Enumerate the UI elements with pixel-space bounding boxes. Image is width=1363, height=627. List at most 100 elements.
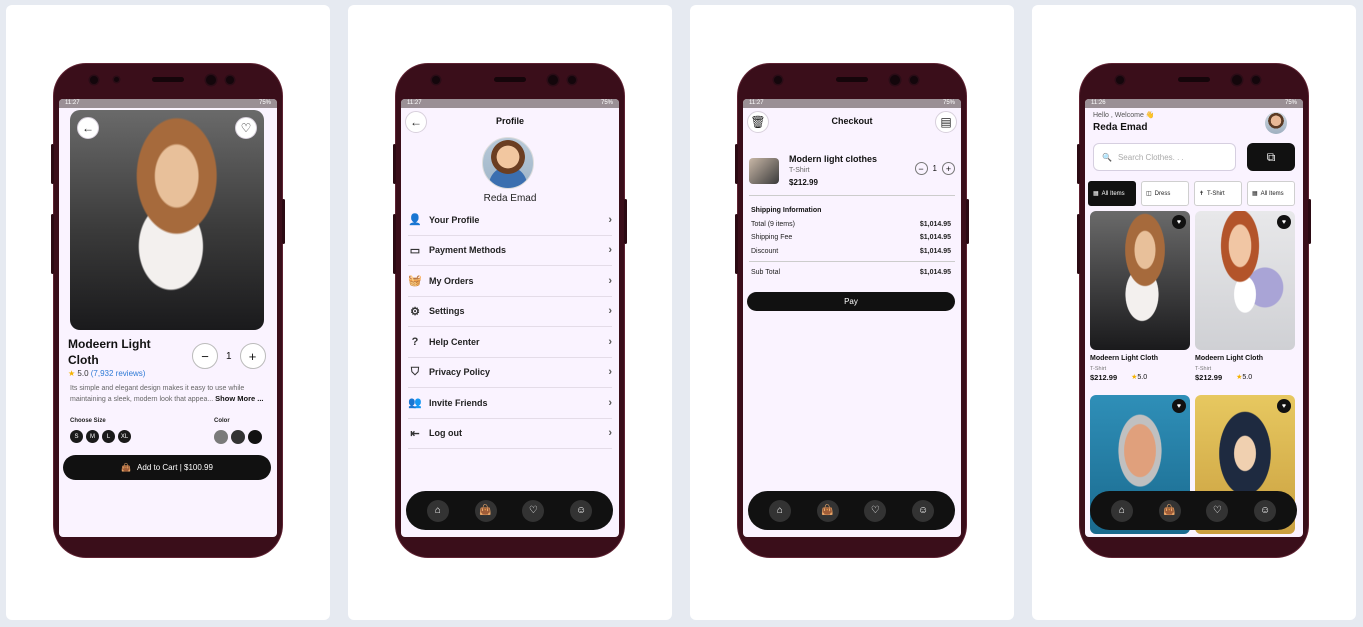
- bottom-nav: ⌂ 👜 ♡ ☺: [406, 491, 613, 530]
- chip-all-items[interactable]: ▦ All Items: [1247, 181, 1295, 206]
- invite-icon: 👥: [408, 397, 422, 410]
- heart-icon[interactable]: ♥: [1172, 215, 1186, 229]
- add-to-cart-button[interactable]: 👜 Add to Cart | $100.99: [63, 455, 271, 480]
- increase-button[interactable]: +: [942, 162, 955, 175]
- bag-icon[interactable]: 👜: [1158, 499, 1181, 522]
- screen-detail: 11:27 75% ← ♡ Modeern Light Cloth ★ 5.0 (…: [59, 99, 277, 537]
- heart-icon[interactable]: ♡: [1206, 499, 1229, 522]
- reviews-link[interactable]: (7,932 reviews): [91, 369, 146, 378]
- home-icon[interactable]: ⌂: [1110, 499, 1133, 522]
- page-title: Profile: [495, 116, 524, 126]
- menu-item-log-out[interactable]: ⇤ Log out ›: [408, 419, 612, 449]
- phone-frame: 11:27 75% 🗑 Checkout ▤ Modern light cloth…: [735, 64, 969, 557]
- product-price: $212.99: [1195, 373, 1223, 382]
- phone-frame: 11:27 75% ← Profile Reda Emad 👤 Your Profi…: [393, 64, 627, 557]
- product-card[interactable]: ♥ Modeern Light Cloth T-Shirt $212.99 ★5.…: [1195, 211, 1295, 382]
- profile-icon[interactable]: ☺: [570, 499, 593, 522]
- star-icon: ★: [68, 369, 76, 378]
- arrow-left-icon: ←: [82, 121, 94, 135]
- filter-button[interactable]: ⧉: [1247, 143, 1295, 171]
- chevron-right-icon: ›: [608, 244, 612, 257]
- card-checkout: 11:27 75% 🗑 Checkout ▤ Modern light cloth…: [690, 5, 1014, 620]
- pay-button[interactable]: Pay: [747, 292, 955, 311]
- product-name: Modeern Light Cloth: [1195, 355, 1264, 362]
- chip-dress[interactable]: ◫ Dress: [1141, 181, 1189, 206]
- help-icon: ?: [411, 335, 419, 348]
- menu-item-privacy-policy[interactable]: ⛉ Privacy Policy ›: [408, 358, 612, 388]
- size-option[interactable]: L: [102, 430, 115, 443]
- chevron-right-icon: ›: [608, 427, 612, 440]
- bag-icon[interactable]: 👜: [816, 499, 839, 522]
- profile-icon[interactable]: ☺: [912, 499, 935, 522]
- color-label: Color: [214, 418, 230, 424]
- menu-item-my-orders[interactable]: 🧺 My Orders ›: [408, 266, 612, 297]
- tshirt-icon: ✝: [1199, 191, 1205, 197]
- menu-item-your-profile[interactable]: 👤 Your Profile ›: [408, 205, 612, 236]
- menu-item-payment-methods[interactable]: ▭ Payment Methods ›: [408, 236, 612, 266]
- status-bar: 11:27 75%: [401, 99, 619, 108]
- size-option[interactable]: S: [70, 430, 83, 443]
- bag-icon[interactable]: 👜: [474, 499, 497, 522]
- gear-icon: ⚙: [410, 305, 420, 318]
- show-more-link[interactable]: Show More ...: [215, 394, 263, 403]
- chevron-right-icon: ›: [608, 396, 612, 409]
- avatar[interactable]: [1265, 112, 1287, 134]
- summary-row: Discount $1,014.95: [751, 248, 951, 255]
- search-input[interactable]: 🔍 Search Clothes. . .: [1093, 143, 1236, 171]
- product-description: Its simple and elegant design makes it e…: [70, 385, 264, 403]
- product-category: T-Shirt: [1090, 366, 1107, 372]
- item-price: $212.99: [789, 178, 818, 187]
- home-icon[interactable]: ⌂: [768, 499, 791, 522]
- product-image: ← ♡: [70, 110, 264, 330]
- basket-icon: 🧺: [408, 275, 422, 288]
- heart-icon[interactable]: ♡: [522, 499, 545, 522]
- product-rating: ★ 5.0 (7,932 reviews): [68, 369, 146, 378]
- chip-all-items[interactable]: ▦ All Items: [1088, 181, 1136, 206]
- color-option[interactable]: [248, 430, 262, 444]
- size-label: Choose Size: [70, 418, 106, 424]
- menu-item-invite-friends[interactable]: 👥 Invite Friends ›: [408, 388, 612, 419]
- divider: [749, 261, 955, 262]
- screen-checkout: 11:27 75% 🗑 Checkout ▤ Modern light cloth…: [743, 99, 961, 537]
- product-image: ♥: [1195, 211, 1295, 350]
- receipt-icon: ▤: [940, 115, 952, 129]
- increase-button[interactable]: +: [239, 343, 266, 369]
- color-option[interactable]: [231, 430, 245, 444]
- avatar[interactable]: [482, 137, 534, 189]
- receipt-button[interactable]: ▤: [935, 111, 957, 133]
- card-product-detail: 11:27 75% ← ♡ Modeern Light Cloth ★ 5.0 (…: [6, 5, 330, 620]
- color-options: [214, 430, 262, 444]
- chevron-right-icon: ›: [608, 305, 612, 318]
- size-option[interactable]: M: [86, 430, 99, 443]
- checkout-item: Modern light clothes T-Shirt $212.99 − 1…: [749, 154, 955, 190]
- status-bar: 11:27 75%: [59, 99, 277, 108]
- back-button[interactable]: ←: [77, 117, 99, 139]
- heart-icon[interactable]: ♥: [1172, 399, 1186, 413]
- greeting: Hello , Welcome 👋: [1093, 112, 1155, 119]
- heart-icon[interactable]: ♡: [864, 499, 887, 522]
- card-profile: 11:27 75% ← Profile Reda Emad 👤 Your Profi…: [348, 5, 672, 620]
- product-rating: ★5.0: [1131, 374, 1148, 381]
- favorite-button[interactable]: ♡: [235, 117, 257, 139]
- heart-icon[interactable]: ♥: [1277, 399, 1291, 413]
- chip-tshirt[interactable]: ✝ T-Shirt: [1194, 181, 1242, 206]
- profile-icon[interactable]: ☺: [1254, 499, 1277, 522]
- quantity-value: 1: [226, 350, 232, 362]
- product-card[interactable]: ♥ Modeern Light Cloth T-Shirt $212.99 ★5.…: [1090, 211, 1190, 382]
- search-icon: 🔍: [1102, 152, 1112, 162]
- size-option[interactable]: XL: [118, 430, 131, 443]
- subtotal-row: Sub Total $1,014.95: [751, 269, 951, 276]
- heart-icon[interactable]: ♥: [1277, 215, 1291, 229]
- chevron-right-icon: ›: [608, 366, 612, 379]
- menu-item-help-center[interactable]: ? Help Center ›: [408, 327, 612, 358]
- product-price: $212.99: [1090, 373, 1118, 382]
- menu-item-settings[interactable]: ⚙ Settings ›: [408, 297, 612, 327]
- summary-row: Total (9 items) $1,014.95: [751, 221, 951, 228]
- color-option[interactable]: [214, 430, 228, 444]
- chevron-right-icon: ›: [608, 335, 612, 348]
- home-icon[interactable]: ⌂: [426, 499, 449, 522]
- bag-icon: 👜: [121, 463, 132, 472]
- decrease-button[interactable]: −: [192, 343, 218, 369]
- decrease-button[interactable]: −: [914, 162, 928, 175]
- quantity-value: 1: [932, 164, 937, 173]
